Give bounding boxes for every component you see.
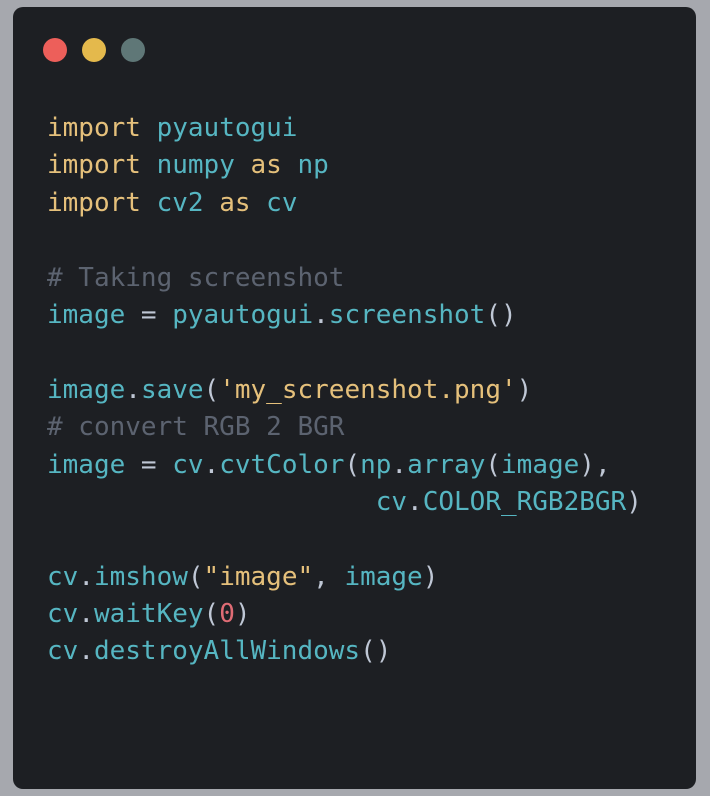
code-line: import numpy as np [47, 147, 642, 184]
code-token: ), [579, 449, 611, 480]
code-token: . [78, 599, 94, 630]
code-token: . [78, 636, 94, 667]
code-line: # convert RGB 2 BGR [47, 409, 642, 446]
code-token: # convert RGB 2 BGR [47, 412, 345, 443]
code-token: image [344, 561, 423, 592]
code-token: import [47, 113, 141, 143]
code-token: () [360, 636, 392, 667]
code-token: () [485, 299, 517, 330]
maximize-dot-icon[interactable] [121, 38, 145, 62]
code-window: import pyautogui import numpy as np import… [13, 7, 696, 789]
code-token: # Taking screenshot [47, 262, 345, 293]
code-token: numpy [156, 150, 235, 181]
close-dot-icon[interactable] [43, 38, 67, 62]
code-token: ) [234, 599, 251, 630]
code-token: 0 [219, 599, 235, 630]
code-token: screenshot [328, 299, 486, 330]
code-token: . [78, 561, 94, 592]
code-token: cvtColor [219, 449, 345, 480]
code-token: . [407, 486, 423, 517]
code-token: image [47, 374, 126, 405]
code-token: ( [485, 449, 502, 480]
code-block: import pyautogui import numpy as np import… [47, 110, 642, 671]
code-token: image [501, 449, 580, 480]
code-token: cv [47, 561, 79, 592]
code-token: image [47, 449, 126, 480]
code-token: . [313, 299, 329, 330]
code-line: cv.waitKey(0) [47, 596, 642, 633]
code-token: save [140, 374, 204, 405]
code-line: cv.destroyAllWindows() [47, 633, 642, 670]
code-line: cv.COLOR_RGB2BGR) [47, 484, 642, 521]
code-token: ( [203, 599, 220, 630]
code-token: ) [626, 486, 642, 517]
code-token: np [360, 449, 392, 480]
code-token: cv [172, 449, 204, 480]
code-token: imshow [93, 561, 188, 592]
code-token: np [297, 150, 329, 181]
minimize-dot-icon[interactable] [82, 38, 106, 62]
code-token: as [219, 187, 251, 218]
window-controls [43, 38, 145, 62]
code-token: cv [47, 636, 79, 667]
code-line: image = cv.cvtColor(np.array(image), [47, 447, 642, 484]
code-token: COLOR_RGB2BGR [422, 486, 627, 517]
code-token: ( [187, 561, 204, 592]
code-token: array [407, 449, 486, 480]
code-token: import [47, 150, 141, 181]
code-token: . [125, 374, 141, 405]
code-line: image = pyautogui.screenshot() [47, 297, 642, 334]
code-line: # Taking screenshot [47, 260, 642, 297]
code-token: ( [344, 449, 361, 480]
code-token: = [125, 449, 173, 480]
code-token: cv [266, 187, 298, 218]
code-token: ( [203, 374, 220, 405]
code-line: image.save('my_screenshot.png') [47, 372, 642, 409]
code-token: , [313, 561, 345, 592]
code-token: 'my_screenshot.png' [219, 374, 517, 405]
code-token: ) [422, 561, 439, 592]
code-token: = [125, 299, 173, 330]
code-line: import cv2 as cv [47, 185, 642, 222]
code-token: cv [375, 486, 408, 517]
code-token: cv [47, 599, 79, 630]
code-token: cv2 [156, 187, 204, 218]
code-token: pyautogui [172, 299, 314, 330]
code-token: ) [516, 374, 533, 405]
code-token: pyautogui [156, 113, 298, 143]
code-token: . [391, 449, 408, 480]
code-token: "image" [203, 561, 314, 592]
code-line: import pyautogui [47, 110, 642, 147]
code-token: image [47, 299, 126, 330]
code-token: waitKey [93, 599, 204, 630]
code-token: as [250, 150, 282, 181]
code-token: destroyAllWindows [93, 636, 361, 667]
code-token: . [203, 449, 220, 480]
code-line: cv.imshow("image", image) [47, 559, 642, 596]
code-token: import [47, 187, 141, 218]
